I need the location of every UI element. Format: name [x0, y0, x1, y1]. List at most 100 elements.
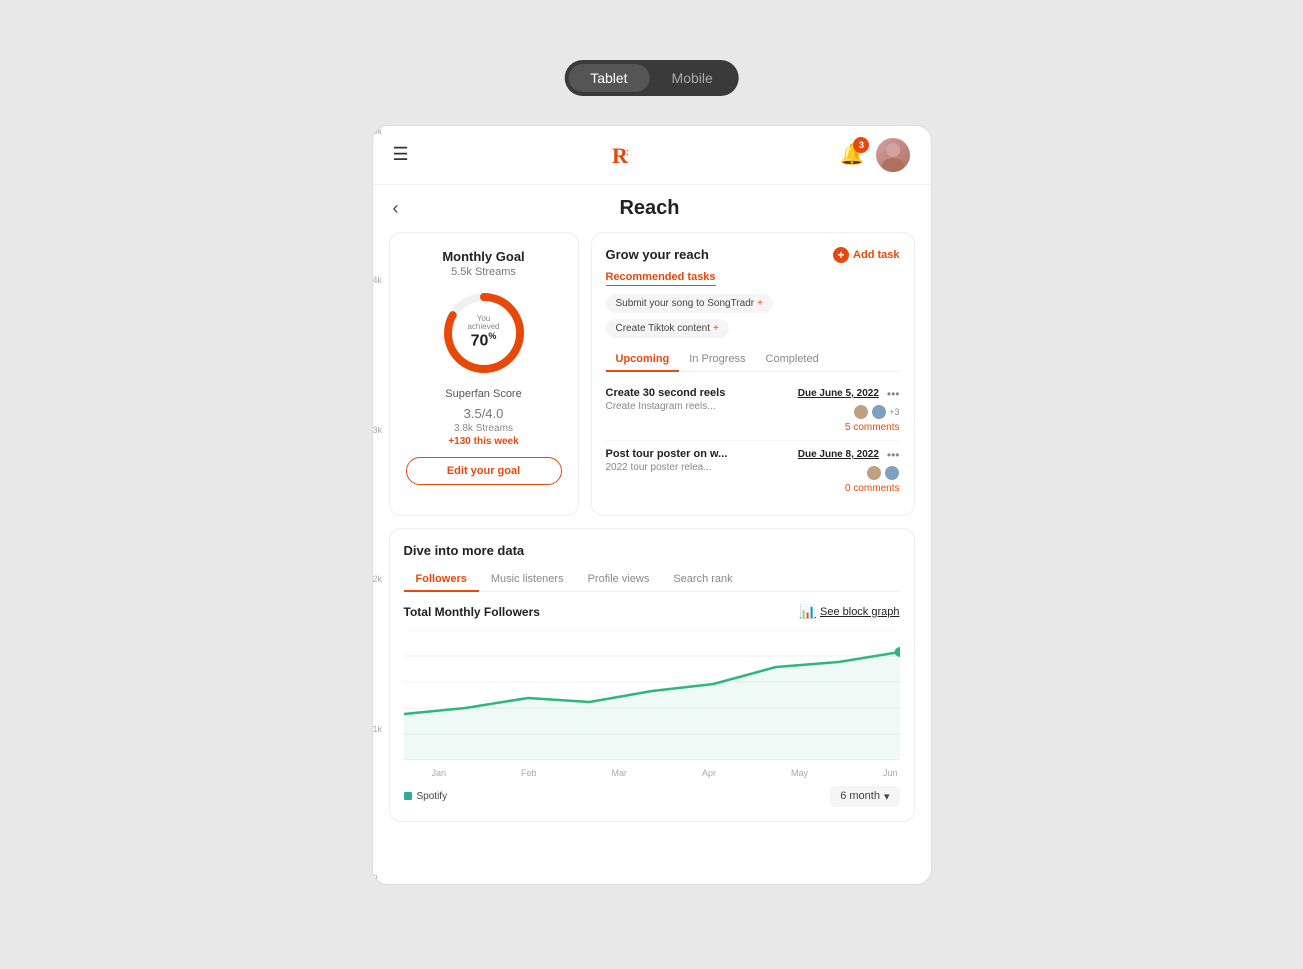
app-header: ☰ R : 🔔 3: [373, 126, 931, 185]
tablet-frame: ☰ R : 🔔 3 ‹: [372, 125, 932, 885]
tab-followers[interactable]: Followers: [404, 568, 479, 592]
donut-percentage: 70%: [461, 332, 506, 350]
task-comments-1[interactable]: 5 comments: [780, 422, 900, 433]
task-chips: Submit your song to SongTradr+ Create Ti…: [606, 294, 900, 338]
task-desc-1: Create Instagram reels...: [606, 401, 726, 412]
y-label-3k: 3k: [373, 425, 383, 435]
x-label-apr: Apr: [702, 768, 716, 778]
tab-upcoming[interactable]: Upcoming: [606, 348, 680, 372]
tab-profile-views[interactable]: Profile views: [576, 568, 662, 592]
x-label-mar: Mar: [612, 768, 628, 778]
legend-spotify: Spotify: [404, 791, 448, 802]
notification-badge: 3: [853, 137, 869, 153]
tab-search-rank[interactable]: Search rank: [661, 568, 744, 592]
x-label-jan: Jan: [432, 768, 447, 778]
monthly-goal-streams: 5.5k Streams: [406, 266, 562, 278]
period-label: 6 month: [840, 790, 880, 802]
grow-reach-title: Grow your reach: [606, 247, 709, 262]
superfan-label: Superfan Score: [406, 388, 562, 400]
grow-reach-card: Grow your reach + Add task Recommended t…: [591, 232, 915, 516]
monthly-goal-card: Monthly Goal 5.5k Streams You achieved 7…: [389, 232, 579, 516]
task-right-2: Due June 8, 2022 ••• 0 comments: [780, 448, 900, 494]
edit-goal-button[interactable]: Edit your goal: [406, 457, 562, 485]
mobile-button[interactable]: Mobile: [650, 64, 735, 92]
y-label-2k: 2k: [373, 574, 383, 584]
data-tabs: Followers Music listeners Profile views …: [404, 568, 900, 592]
task-item-1: Create 30 second reels Create Instagram …: [606, 380, 900, 441]
page-title-bar: ‹ Reach: [373, 185, 931, 232]
chevron-down-icon: ▾: [884, 790, 890, 803]
task-comments-2[interactable]: 0 comments: [780, 483, 900, 494]
task-more-2[interactable]: •••: [887, 448, 900, 462]
x-label-jun: Jun: [883, 768, 898, 778]
y-label-0: 0: [373, 873, 383, 883]
task-due-2: Due June 8, 2022: [798, 449, 879, 460]
y-label-1k: 1k: [373, 724, 383, 734]
chart-area: Jan Feb Mar Apr May Jun: [404, 630, 900, 786]
chart-footer: Spotify 6 month ▾: [404, 786, 900, 807]
app-logo: R :: [610, 141, 638, 169]
menu-icon[interactable]: ☰: [393, 144, 409, 165]
tab-music-listeners[interactable]: Music listeners: [479, 568, 576, 592]
line-chart-svg: [404, 630, 900, 760]
main-content: Monthly Goal 5.5k Streams You achieved 7…: [373, 232, 931, 838]
task-left-1: Create 30 second reels Create Instagram …: [606, 387, 726, 412]
task-due-row-2: Due June 8, 2022 •••: [780, 448, 900, 462]
tablet-button[interactable]: Tablet: [568, 64, 649, 92]
mini-avatar-1a: [853, 404, 869, 420]
mini-avatar-2a: [866, 465, 882, 481]
mini-avatar-1b: [871, 404, 887, 420]
superfan-score: 3.5/4.0: [406, 402, 562, 423]
monthly-goal-title: Monthly Goal: [406, 249, 562, 264]
task-item-2: Post tour poster on w... 2022 tour poste…: [606, 441, 900, 501]
task-due-1: Due June 5, 2022: [798, 388, 879, 399]
avatar-image: [876, 138, 910, 172]
chip-tiktok-plus: +: [713, 323, 719, 334]
add-task-button[interactable]: + Add task: [833, 247, 899, 263]
page-title: Reach: [409, 197, 891, 220]
task-left-2: Post tour poster on w... 2022 tour poste…: [606, 448, 728, 473]
add-task-icon: +: [833, 247, 849, 263]
recommended-label: Recommended tasks: [606, 271, 716, 286]
chip-tiktok[interactable]: Create Tiktok content+: [606, 319, 729, 338]
add-task-label: Add task: [853, 249, 899, 261]
data-section-title: Dive into more data: [404, 543, 900, 558]
chart-plot: [404, 630, 900, 760]
y-label-4k: 4k: [373, 275, 383, 285]
donut-achieved-label: You achieved: [461, 315, 506, 333]
task-more-1[interactable]: •••: [887, 387, 900, 401]
chip-songtrade[interactable]: Submit your song to SongTradr+: [606, 294, 773, 313]
task-due-row-1: Due June 5, 2022 •••: [780, 387, 900, 401]
data-section: Dive into more data Followers Music list…: [389, 528, 915, 822]
header-right: 🔔 3: [840, 138, 911, 172]
chart-bar-icon: 📊: [800, 604, 816, 620]
device-toggle[interactable]: Tablet Mobile: [564, 60, 739, 96]
legend-dot: [404, 792, 412, 800]
chart-title: Total Monthly Followers: [404, 605, 540, 619]
see-block-graph-label: See block graph: [820, 606, 900, 618]
avatar-extra-1: +3: [889, 407, 899, 417]
notification-bell[interactable]: 🔔 3: [840, 142, 865, 167]
chip-tiktok-label: Create Tiktok content: [616, 323, 711, 334]
legend-label: Spotify: [417, 791, 448, 802]
tab-completed[interactable]: Completed: [756, 348, 829, 372]
x-label-may: May: [791, 768, 808, 778]
this-week-label: +130 this week: [406, 436, 562, 447]
task-name-2: Post tour poster on w...: [606, 448, 728, 460]
avatar[interactable]: [876, 138, 910, 172]
streams-label: 3.8k Streams: [406, 423, 562, 434]
chart-container: 5k 4k 3k 2k 1k 0: [404, 630, 900, 786]
task-name-1: Create 30 second reels: [606, 387, 726, 399]
see-block-graph-link[interactable]: 📊 See block graph: [800, 604, 900, 620]
mini-avatar-2b: [884, 465, 900, 481]
grow-reach-header: Grow your reach + Add task: [606, 247, 900, 263]
svg-text::: :: [626, 147, 629, 157]
x-label-feb: Feb: [521, 768, 537, 778]
y-axis: 5k 4k 3k 2k 1k 0: [373, 126, 383, 884]
period-select[interactable]: 6 month ▾: [830, 786, 899, 807]
back-button[interactable]: ‹: [393, 198, 399, 219]
chip-plus: +: [757, 298, 763, 309]
x-axis: Jan Feb Mar Apr May Jun: [404, 768, 900, 778]
tab-in-progress[interactable]: In Progress: [679, 348, 755, 372]
task-right-1: Due June 5, 2022 ••• +3 5 comments: [780, 387, 900, 433]
